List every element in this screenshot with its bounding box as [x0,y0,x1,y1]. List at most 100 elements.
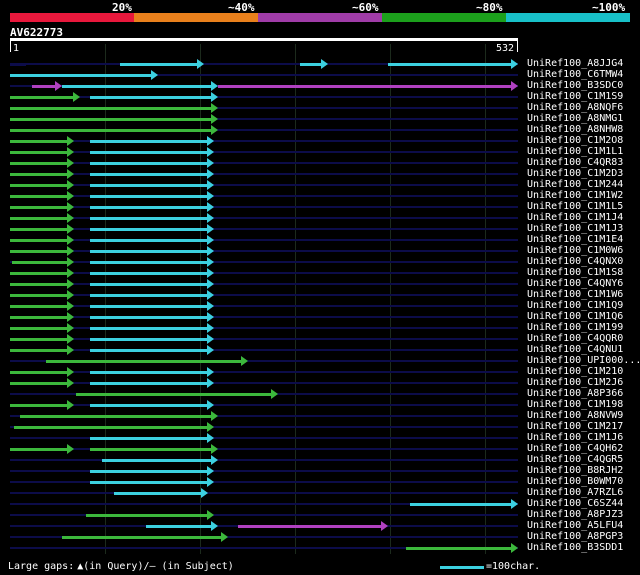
subject-link[interactable]: UniRef100_C1M0W6 [527,246,623,256]
hit-segment[interactable] [90,470,208,473]
hit-segment[interactable] [10,173,68,176]
subject-link[interactable]: UniRef100_A7RZL6 [527,488,623,498]
subject-link[interactable]: UniRef100_C4QNU1 [527,345,623,355]
subject-link[interactable]: UniRef100_A8NQF6 [527,103,623,113]
hit-segment[interactable] [90,404,208,407]
subject-link[interactable]: UniRef100_C4QGR5 [527,455,623,465]
subject-link[interactable]: UniRef100_C1M1E4 [527,235,623,245]
subject-link[interactable]: UniRef100_C1M1L1 [527,147,623,157]
subject-link[interactable]: UniRef100_C6SZ44 [527,499,623,509]
hit-segment[interactable] [90,261,208,264]
hit-segment[interactable] [90,382,208,385]
hit-segment[interactable] [90,481,208,484]
hit-segment[interactable] [90,294,208,297]
hit-segment[interactable] [406,547,512,550]
hit-segment[interactable] [238,525,382,528]
hit-segment[interactable] [10,195,68,198]
hit-segment[interactable] [10,217,68,220]
hit-segment[interactable] [90,162,208,165]
hit-segment[interactable] [32,85,56,88]
hit-segment[interactable] [102,459,212,462]
hit-segment[interactable] [120,63,198,66]
subject-link[interactable]: UniRef100_C1M1L5 [527,202,623,212]
subject-link[interactable]: UniRef100_A5LFU4 [527,521,623,531]
subject-link[interactable]: UniRef100_C1M198 [527,400,623,410]
hit-segment[interactable] [90,316,208,319]
hit-segment[interactable] [90,327,208,330]
hit-segment[interactable] [10,327,68,330]
subject-link[interactable]: UniRef100_A8NHW8 [527,125,623,135]
subject-link[interactable]: UniRef100_UPI000... [527,356,640,366]
hit-segment[interactable] [10,118,212,121]
subject-link[interactable]: UniRef100_C1M1W2 [527,191,623,201]
hit-segment[interactable] [10,151,68,154]
hit-segment[interactable] [90,437,208,440]
hit-segment[interactable] [10,305,68,308]
hit-segment[interactable] [90,184,208,187]
hit-segment[interactable] [90,206,208,209]
subject-link[interactable]: UniRef100_C1M210 [527,367,623,377]
subject-link[interactable]: UniRef100_C1M217 [527,422,623,432]
subject-link[interactable]: UniRef100_C1M2D3 [527,169,623,179]
subject-link[interactable]: UniRef100_C6TMW4 [527,70,623,80]
subject-link[interactable]: UniRef100_C1M1S8 [527,268,623,278]
hit-segment[interactable] [90,283,208,286]
hit-segment[interactable] [90,272,208,275]
subject-link[interactable]: UniRef100_A8NVW9 [527,411,623,421]
subject-link[interactable]: UniRef100_C1M199 [527,323,623,333]
hit-segment[interactable] [300,63,322,66]
subject-link[interactable]: UniRef100_C1M1W6 [527,290,623,300]
hit-segment[interactable] [90,239,208,242]
hit-segment[interactable] [12,261,68,264]
hit-segment[interactable] [90,349,208,352]
subject-link[interactable]: UniRef100_C1M2O8 [527,136,623,146]
hit-segment[interactable] [10,250,68,253]
subject-link[interactable]: UniRef100_C4QR83 [527,158,623,168]
hit-segment[interactable] [10,162,68,165]
subject-link[interactable]: UniRef100_A8PJZ3 [527,510,623,520]
hit-segment[interactable] [410,503,512,506]
hit-segment[interactable] [114,492,202,495]
subject-link[interactable]: UniRef100_C1M244 [527,180,623,190]
hit-segment[interactable] [146,525,212,528]
hit-segment[interactable] [10,338,68,341]
hit-segment[interactable] [10,382,68,385]
hit-segment[interactable] [388,63,512,66]
subject-link[interactable]: UniRef100_C4QNX0 [527,257,623,267]
subject-link[interactable]: UniRef100_A8JJG4 [527,59,623,69]
hit-segment[interactable] [10,404,68,407]
hit-segment[interactable] [10,294,68,297]
hit-segment[interactable] [90,173,208,176]
hit-segment[interactable] [10,448,68,451]
hit-segment[interactable] [10,272,68,275]
hit-segment[interactable] [90,305,208,308]
hit-segment[interactable] [90,151,208,154]
subject-link[interactable]: UniRef100_B8RJH2 [527,466,623,476]
hit-segment[interactable] [90,228,208,231]
hit-segment[interactable] [10,140,68,143]
hit-segment[interactable] [10,184,68,187]
subject-link[interactable]: UniRef100_C1M1J6 [527,433,623,443]
subject-link[interactable]: UniRef100_A8PGP3 [527,532,623,542]
hit-segment[interactable] [10,283,68,286]
subject-link[interactable]: UniRef100_B3SDD1 [527,543,623,553]
hit-segment[interactable] [10,63,26,66]
hit-segment[interactable] [90,140,208,143]
hit-segment[interactable] [46,360,242,363]
hit-segment[interactable] [10,239,68,242]
hit-segment[interactable] [90,217,208,220]
hit-segment[interactable] [218,85,512,88]
hit-segment[interactable] [10,96,74,99]
hit-segment[interactable] [62,85,212,88]
hit-segment[interactable] [62,536,222,539]
hit-segment[interactable] [14,426,208,429]
subject-link[interactable]: UniRef100_B0WM70 [527,477,623,487]
hit-segment[interactable] [10,316,68,319]
subject-link[interactable]: UniRef100_B3SDC0 [527,81,623,91]
subject-link[interactable]: UniRef100_A8NMG1 [527,114,623,124]
subject-link[interactable]: UniRef100_C4QQR0 [527,334,623,344]
hit-segment[interactable] [90,448,212,451]
hit-segment[interactable] [90,96,212,99]
subject-link[interactable]: UniRef100_C1M2J6 [527,378,623,388]
subject-link[interactable]: UniRef100_C1M1Q9 [527,301,623,311]
